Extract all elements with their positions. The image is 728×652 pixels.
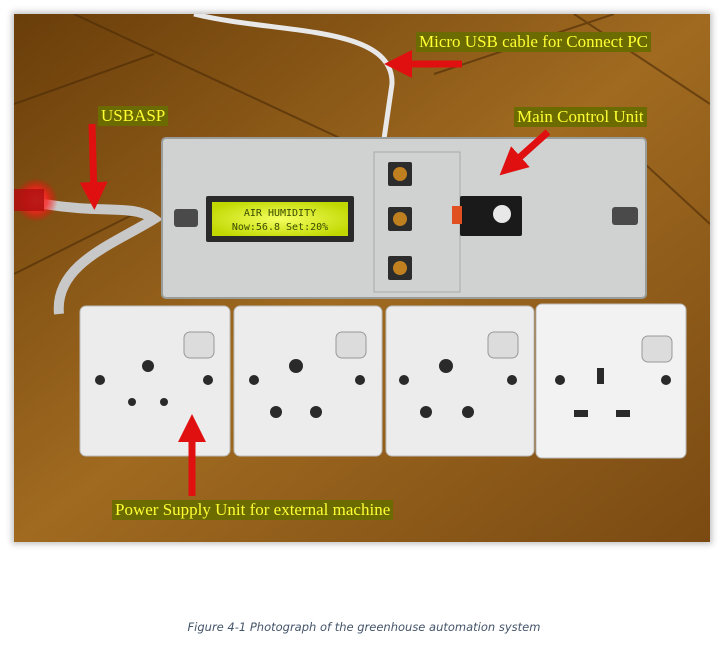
label-main-control: Main Control Unit [514, 107, 647, 127]
control-buttons [388, 162, 412, 280]
greenhouse-photo: AIR HUMIDITY Now:56.8 Set:20% Micro USB … [14, 14, 710, 542]
sensor-module [460, 196, 522, 236]
label-usb-cable: Micro USB cable for Connect PC [416, 32, 651, 52]
arrow-usbasp [79, 123, 108, 210]
figure-caption: Figure 4-1 Photograph of the greenhouse … [187, 620, 541, 634]
mount-slot-right [612, 207, 638, 225]
label-usbasp: USBASP [98, 106, 169, 126]
label-power-supply: Power Supply Unit for external machine [112, 500, 394, 520]
lcd-line-2: Now:56.8 Set:20% [232, 222, 328, 233]
mount-slot-left [174, 209, 198, 227]
lcd-line-1: AIR HUMIDITY [244, 208, 316, 219]
